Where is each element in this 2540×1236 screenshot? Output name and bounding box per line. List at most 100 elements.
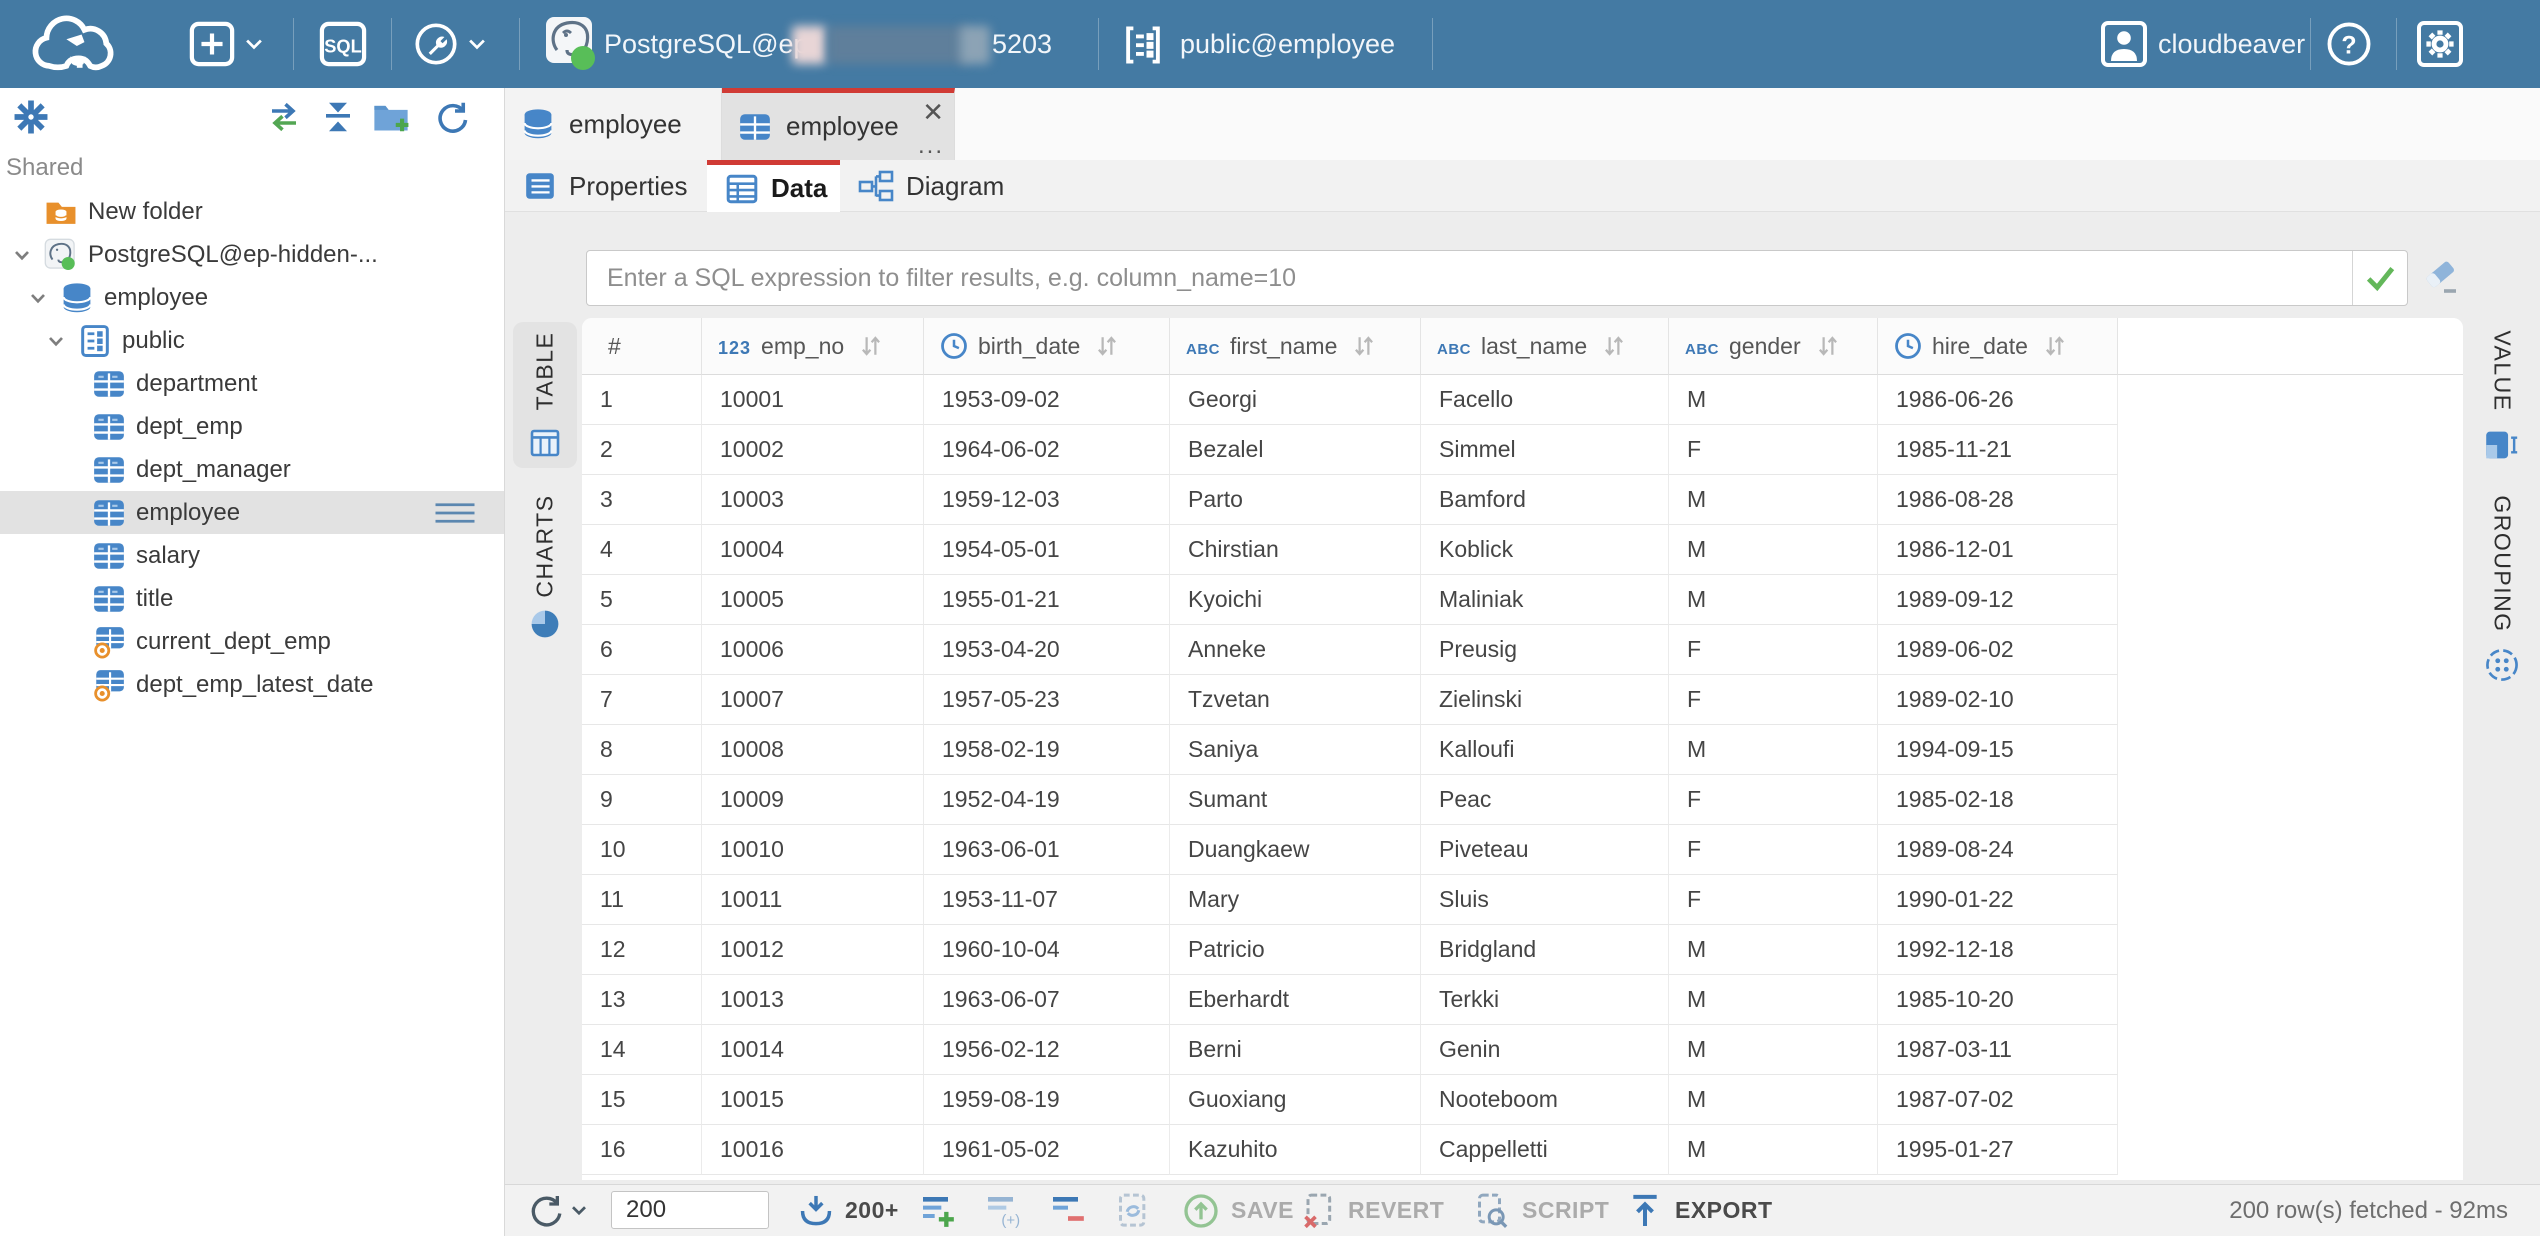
data-cell[interactable]: 1986-08-28 — [1878, 475, 2118, 525]
column-header-birth_date[interactable]: birth_date — [924, 318, 1170, 375]
data-cell[interactable]: 1952-04-19 — [924, 775, 1170, 825]
tree-item-current-dept-emp[interactable]: current_dept_emp — [0, 620, 504, 663]
data-cell[interactable]: 10007 — [702, 675, 924, 725]
data-cell[interactable]: 1963-06-07 — [924, 975, 1170, 1025]
data-cell[interactable]: Maliniak — [1421, 575, 1669, 625]
refresh-document-button[interactable] — [1113, 1185, 1153, 1236]
data-cell[interactable]: F — [1669, 875, 1878, 925]
close-tab-icon[interactable]: ✕ — [922, 99, 944, 125]
data-cell[interactable]: 10005 — [702, 575, 924, 625]
data-cell[interactable]: Peac — [1421, 775, 1669, 825]
script-button[interactable]: SCRIPT — [1472, 1185, 1609, 1236]
tree-item-employee[interactable]: employee — [0, 491, 504, 534]
data-cell[interactable]: Cappelletti — [1421, 1125, 1669, 1175]
column-header-last_name[interactable]: ABClast_name — [1421, 318, 1669, 375]
tree-item-postgresql-ep-hidden-[interactable]: PostgreSQL@ep-hidden-... — [0, 233, 504, 276]
data-cell[interactable]: F — [1669, 675, 1878, 725]
chevron-down-icon[interactable] — [26, 286, 60, 310]
tree-item-department[interactable]: department — [0, 362, 504, 405]
collapse-all-icon[interactable] — [320, 100, 356, 134]
data-cell[interactable]: 1989-02-10 — [1878, 675, 2118, 725]
chevron-down-icon[interactable] — [44, 329, 78, 353]
data-cell[interactable]: 1989-09-12 — [1878, 575, 2118, 625]
refresh-results-button[interactable] — [526, 1185, 588, 1236]
duplicate-row-button[interactable]: (+) — [983, 1185, 1023, 1236]
data-cell[interactable]: 1992-12-18 — [1878, 925, 2118, 975]
data-cell[interactable]: Saniya — [1170, 725, 1421, 775]
data-cell[interactable]: Anneke — [1170, 625, 1421, 675]
data-cell[interactable]: 10010 — [702, 825, 924, 875]
data-cell[interactable]: 10014 — [702, 1025, 924, 1075]
tree-item-dept-emp[interactable]: dept_emp — [0, 405, 504, 448]
fetch-more-button[interactable]: 200+ — [797, 1185, 899, 1236]
data-cell[interactable]: 10002 — [702, 425, 924, 475]
presentation-tab-charts[interactable]: CHARTS — [505, 488, 585, 648]
sql-filter-input[interactable] — [587, 251, 2352, 305]
data-cell[interactable]: F — [1669, 625, 1878, 675]
data-cell[interactable]: Kazuhito — [1170, 1125, 1421, 1175]
tree-item-employee[interactable]: employee — [0, 276, 504, 319]
data-cell[interactable]: Duangkaew — [1170, 825, 1421, 875]
data-cell[interactable]: 1964-06-02 — [924, 425, 1170, 475]
data-cell[interactable]: 10001 — [702, 375, 924, 425]
data-cell[interactable]: 1956-02-12 — [924, 1025, 1170, 1075]
add-row-button[interactable] — [918, 1185, 958, 1236]
data-cell[interactable]: 1960-10-04 — [924, 925, 1170, 975]
tree-item-menu-icon[interactable] — [432, 501, 478, 525]
data-cell[interactable]: Berni — [1170, 1025, 1421, 1075]
data-cell[interactable]: 1954-05-01 — [924, 525, 1170, 575]
data-cell[interactable]: Bezalel — [1170, 425, 1421, 475]
data-cell[interactable]: 1959-08-19 — [924, 1075, 1170, 1125]
data-cell[interactable]: 1955-01-21 — [924, 575, 1170, 625]
tab-employee-table[interactable]: employee ✕ ... — [722, 88, 955, 160]
new-connection-button[interactable] — [189, 21, 235, 67]
data-cell[interactable]: M — [1669, 975, 1878, 1025]
panel-tab-value[interactable]: VALUE — [2463, 325, 2540, 475]
data-cell[interactable]: M — [1669, 1075, 1878, 1125]
tab-data[interactable]: Data — [707, 160, 840, 212]
connection-name[interactable]: PostgreSQL@ep — [604, 0, 809, 88]
sidebar-settings-gear-icon[interactable] — [12, 98, 50, 136]
postgres-connection-icon[interactable] — [545, 16, 597, 72]
data-cell[interactable]: F — [1669, 425, 1878, 475]
column-header-rownum[interactable]: # — [582, 318, 702, 375]
tree-item-new-folder[interactable]: New folder — [0, 190, 504, 233]
data-cell[interactable]: Eberhardt — [1170, 975, 1421, 1025]
data-cell[interactable]: M — [1669, 525, 1878, 575]
data-cell[interactable]: 1985-11-21 — [1878, 425, 2118, 475]
data-cell[interactable]: Kalloufi — [1421, 725, 1669, 775]
data-cell[interactable]: 1994-09-15 — [1878, 725, 2118, 775]
sql-editor-button[interactable]: SQL — [319, 21, 367, 67]
data-cell[interactable]: M — [1669, 725, 1878, 775]
data-cell[interactable]: 1990-01-22 — [1878, 875, 2118, 925]
data-cell[interactable]: Guoxiang — [1170, 1075, 1421, 1125]
data-cell[interactable]: M — [1669, 575, 1878, 625]
sort-icon[interactable] — [1092, 331, 1122, 361]
sync-selection-icon[interactable] — [266, 100, 302, 134]
data-cell[interactable]: 10016 — [702, 1125, 924, 1175]
new-folder-icon[interactable] — [372, 99, 410, 135]
driver-manager-button[interactable] — [414, 22, 458, 66]
data-cell[interactable]: 1953-04-20 — [924, 625, 1170, 675]
tree-item-dept-emp-latest-date[interactable]: dept_emp_latest_date — [0, 663, 504, 706]
data-cell[interactable]: 1963-06-01 — [924, 825, 1170, 875]
data-cell[interactable]: Georgi — [1170, 375, 1421, 425]
schema-selector[interactable]: public@employee — [1180, 0, 1395, 88]
tab-diagram[interactable]: Diagram — [840, 160, 1055, 212]
column-header-first_name[interactable]: ABCfirst_name — [1170, 318, 1421, 375]
data-cell[interactable]: Tzvetan — [1170, 675, 1421, 725]
save-button[interactable]: SAVE — [1181, 1185, 1294, 1236]
data-cell[interactable]: Terkki — [1421, 975, 1669, 1025]
column-header-hire_date[interactable]: hire_date — [1878, 318, 2118, 375]
revert-button[interactable]: REVERT — [1298, 1185, 1444, 1236]
refresh-tree-icon[interactable] — [434, 99, 470, 135]
data-cell[interactable]: 10008 — [702, 725, 924, 775]
data-cell[interactable]: Nooteboom — [1421, 1075, 1669, 1125]
data-cell[interactable]: F — [1669, 825, 1878, 875]
column-header-gender[interactable]: ABCgender — [1669, 318, 1878, 375]
data-cell[interactable]: Mary — [1170, 875, 1421, 925]
data-cell[interactable]: 1987-07-02 — [1878, 1075, 2118, 1125]
data-cell[interactable]: Chirstian — [1170, 525, 1421, 575]
data-cell[interactable]: M — [1669, 475, 1878, 525]
data-cell[interactable]: Kyoichi — [1170, 575, 1421, 625]
